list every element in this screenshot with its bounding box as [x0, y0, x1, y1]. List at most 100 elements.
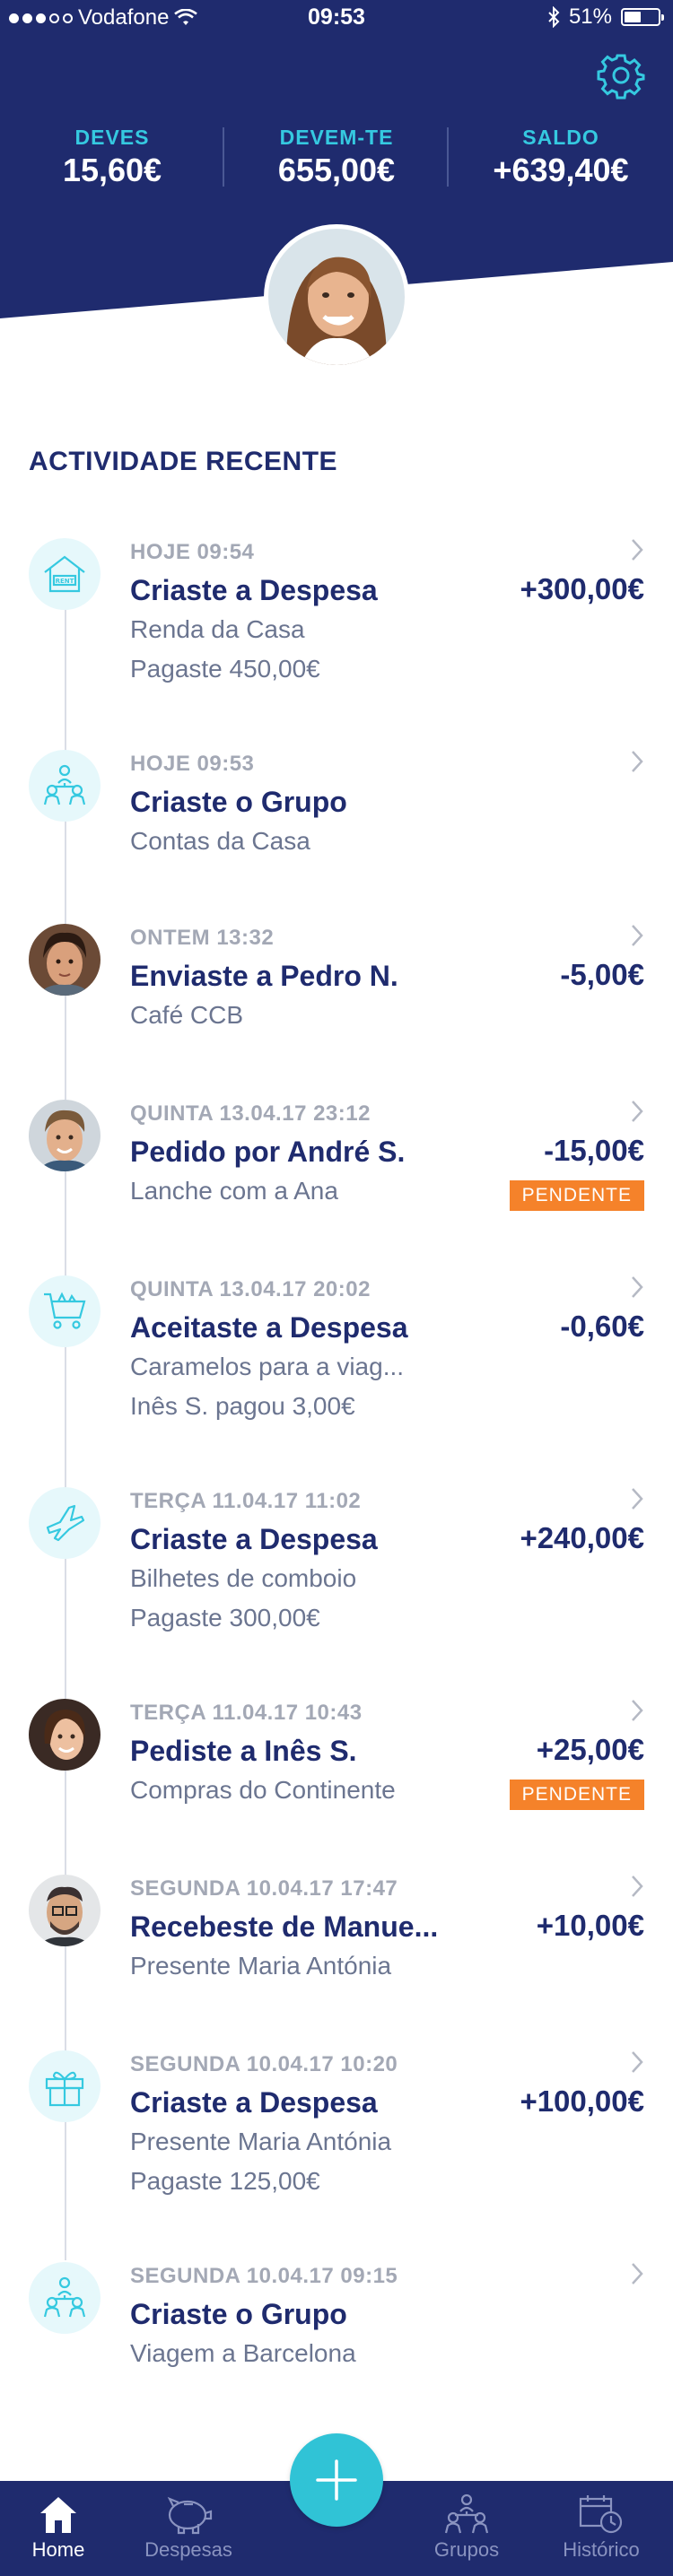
svg-text:RENT: RENT: [56, 578, 74, 585]
owe-label: DEVES: [74, 126, 150, 149]
balance-summary: DEVES 15,60€ DEVEM-TE 655,00€ SALDO +639…: [0, 126, 673, 190]
activity-time: SEGUNDA 10.04.17 17:47: [130, 1876, 398, 1901]
summary-owed[interactable]: DEVEM-TE 655,00€: [224, 126, 449, 189]
activity-text: SEGUNDA 10.04.17 17:47 Recebeste de Manu…: [130, 1875, 480, 1986]
chevron-right-icon: [632, 1276, 643, 1298]
activity-time: HOJE 09:54: [130, 540, 255, 564]
owed-label: DEVEM-TE: [279, 126, 394, 149]
summary-balance[interactable]: SALDO +639,40€: [449, 126, 673, 189]
gift-icon: [29, 2050, 101, 2122]
activity-detail: Pagaste 450,00€: [130, 655, 320, 683]
activity-title: Criaste o Grupo: [130, 786, 347, 818]
tab-home-label: Home: [31, 2538, 85, 2561]
activity-amount: -5,00€: [560, 958, 644, 991]
avatar-manuel: [29, 1875, 101, 1946]
pending-badge: PENDENTE: [509, 1780, 644, 1810]
airplane-icon: [29, 1487, 101, 1559]
activity-text: HOJE 09:53 Criaste o Grupo Contas da Cas…: [130, 750, 480, 861]
activity-amount: +10,00€: [536, 1909, 644, 1942]
balance-value: +639,40€: [493, 152, 629, 188]
activity-subtitle: Renda da Casa: [130, 615, 305, 643]
tab-expenses[interactable]: Despesas: [130, 2481, 247, 2576]
activity-time: QUINTA 13.04.17 23:12: [130, 1101, 371, 1126]
activity-subtitle: Caramelos para a viag...: [130, 1353, 405, 1380]
activity-time: ONTEM 13:32: [130, 926, 275, 950]
calendar-clock-icon: [579, 2495, 623, 2534]
owed-value: 655,00€: [277, 152, 396, 188]
chevron-right-icon: [632, 925, 643, 946]
activity-text: TERÇA 11.04.17 10:43 Pediste a Inês S. C…: [130, 1699, 480, 1810]
group-icon: [29, 2262, 101, 2334]
activity-title: Aceitaste a Despesa: [130, 1311, 408, 1344]
activity-title: Criaste a Despesa: [130, 574, 378, 606]
home-icon: [40, 2497, 76, 2533]
battery-icon: [621, 8, 664, 26]
activity-title: Criaste a Despesa: [130, 1523, 378, 1555]
avatar-andre: [29, 1100, 101, 1171]
activity-detail: Pagaste 125,00€: [130, 2167, 320, 2195]
tab-history[interactable]: Histórico: [543, 2481, 660, 2576]
activity-text: HOJE 09:54 Criaste a Despesa Renda da Ca…: [130, 538, 480, 689]
balance-label: SALDO: [522, 126, 599, 149]
chevron-right-icon: [632, 2051, 643, 2073]
activity-subtitle: Café CCB: [130, 1001, 244, 1029]
settings-gear-icon[interactable]: [596, 50, 646, 100]
chevron-right-icon: [632, 2263, 643, 2284]
activity-title: Pediste a Inês S.: [130, 1735, 357, 1767]
bluetooth-icon: [548, 6, 560, 28]
activity-time: TERÇA 11.04.17 11:02: [130, 1489, 362, 1513]
chevron-right-icon: [632, 751, 643, 772]
timeline-line: [65, 574, 66, 2260]
activity-title: Criaste o Grupo: [130, 2298, 347, 2330]
group-icon: [29, 750, 101, 822]
profile-photo: [268, 229, 405, 365]
activity-subtitle: Viagem a Barcelona: [130, 2339, 356, 2367]
activity-amount: +300,00€: [520, 572, 644, 605]
activity-text: TERÇA 11.04.17 11:02 Criaste a Despesa B…: [130, 1487, 480, 1638]
activity-text: QUINTA 13.04.17 23:12 Pedido por André S…: [130, 1100, 480, 1211]
activity-subtitle: Bilhetes de comboio: [130, 1564, 357, 1592]
plus-icon: [316, 2459, 357, 2501]
chevron-right-icon: [632, 1875, 643, 1897]
activity-subtitle: Presente Maria Antónia: [130, 1952, 392, 1980]
pending-badge: PENDENTE: [509, 1180, 644, 1211]
tab-groups-label: Grupos: [433, 2538, 500, 2561]
activity-title: Criaste a Despesa: [130, 2086, 378, 2119]
activity-amount: +100,00€: [520, 2084, 644, 2118]
activity-text: QUINTA 13.04.17 20:02 Aceitaste a Despes…: [130, 1275, 480, 1426]
shopping-cart-icon: [29, 1275, 101, 1347]
tab-groups[interactable]: Grupos: [408, 2481, 525, 2576]
activity-amount: +25,00€: [536, 1733, 644, 1766]
chevron-right-icon: [632, 539, 643, 561]
activity-time: HOJE 09:53: [130, 752, 255, 776]
summary-owe[interactable]: DEVES 15,60€: [0, 126, 224, 189]
activity-amount: -15,00€: [544, 1134, 644, 1167]
activity-subtitle: Lanche com a Ana: [130, 1177, 338, 1205]
activity-time: QUINTA 13.04.17 20:02: [130, 1277, 371, 1301]
activity-subtitle: Compras do Continente: [130, 1776, 396, 1804]
status-bar-right: 51%: [547, 4, 664, 30]
activity-title: Recebeste de Manue...: [130, 1910, 439, 1943]
tab-home[interactable]: Home: [0, 2481, 117, 2576]
battery-level: [625, 12, 641, 22]
owe-value: 15,60€: [62, 152, 162, 188]
chevron-right-icon: [632, 1488, 643, 1510]
activity-subtitle: Contas da Casa: [130, 827, 310, 855]
groups-icon: [444, 2493, 489, 2534]
activity-detail: Inês S. pagou 3,00€: [130, 1392, 355, 1420]
battery-percent: 51%: [568, 4, 612, 29]
tab-history-label: Histórico: [563, 2538, 640, 2561]
activity-text: SEGUNDA 10.04.17 10:20 Criaste a Despesa…: [130, 2050, 480, 2201]
piggy-bank-icon: [167, 2496, 213, 2535]
activity-text: SEGUNDA 10.04.17 09:15 Criaste o Grupo V…: [130, 2262, 480, 2373]
profile-avatar[interactable]: [264, 224, 409, 370]
status-bar: Vodafone 09:53 51%: [0, 0, 673, 36]
chevron-right-icon: [632, 1101, 643, 1122]
recent-activity-title: ACTIVIDADE RECENTE: [29, 447, 338, 476]
add-button[interactable]: [290, 2433, 383, 2527]
activity-amount: -0,60€: [560, 1310, 644, 1343]
activity-amount: +240,00€: [520, 1521, 644, 1554]
activity-time: SEGUNDA 10.04.17 10:20: [130, 2052, 398, 2076]
activity-time: SEGUNDA 10.04.17 09:15: [130, 2264, 398, 2288]
activity-text: ONTEM 13:32 Enviaste a Pedro N. Café CCB: [130, 924, 480, 1035]
